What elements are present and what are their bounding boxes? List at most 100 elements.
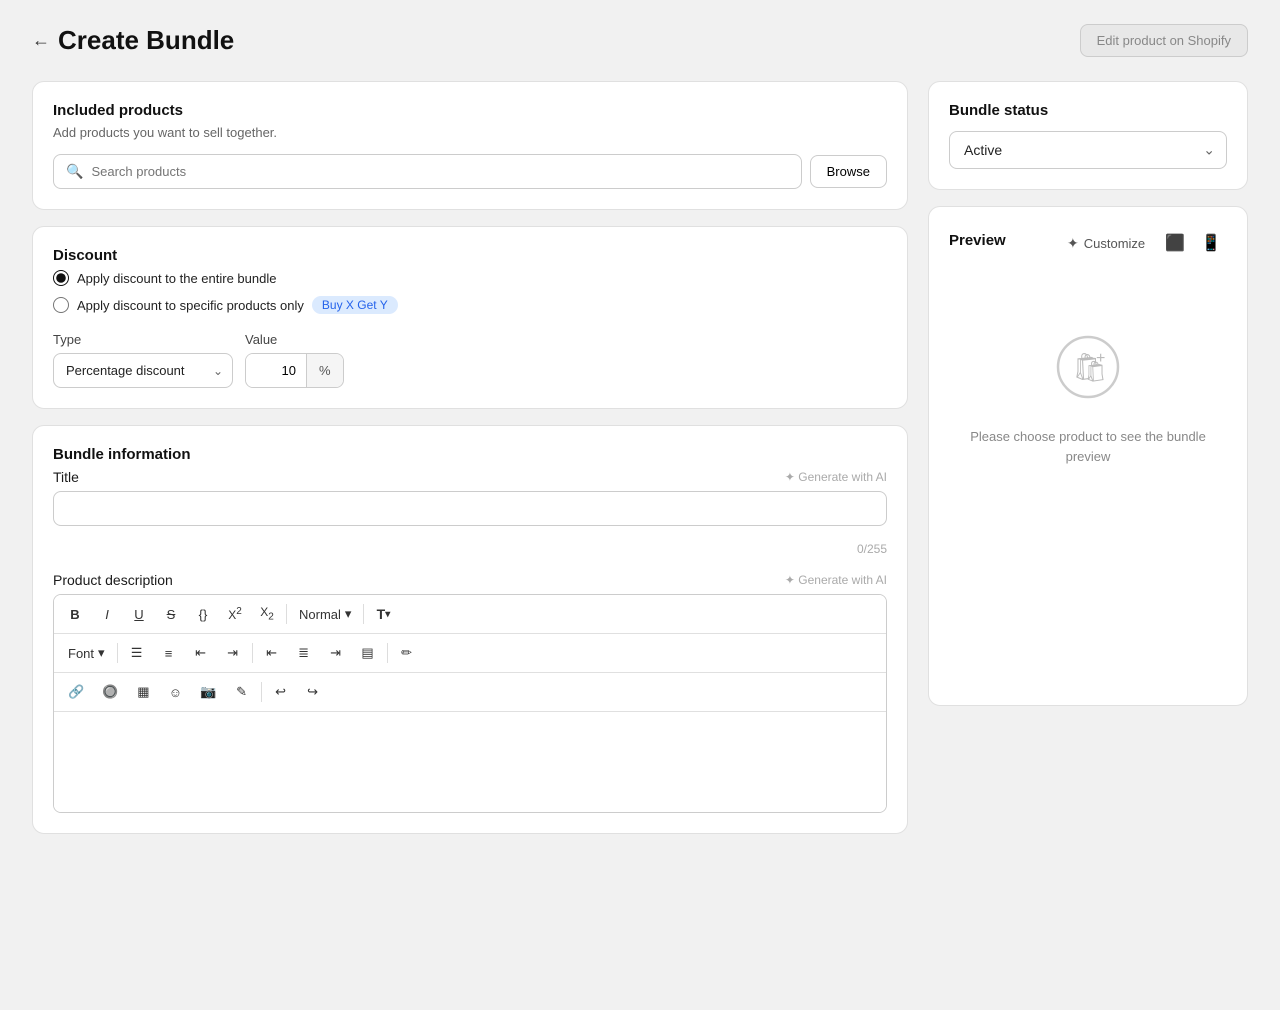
unlink-icon: 🔘 — [102, 684, 118, 700]
discount-title: Discount — [53, 247, 887, 264]
discount-radio-group: Apply discount to the entire bundle Appl… — [53, 270, 887, 314]
toolbar-divider-1 — [286, 604, 287, 624]
strikethrough-button[interactable]: S — [156, 599, 186, 629]
table-button[interactable]: ▦ — [128, 677, 158, 707]
heading-select-button[interactable]: Normal ▾ — [291, 602, 359, 626]
included-products-subtitle: Add products you want to sell together. — [53, 125, 887, 140]
browse-button[interactable]: Browse — [810, 155, 887, 188]
svg-text:+: + — [1096, 350, 1105, 367]
desktop-icon: ⬛ — [1165, 235, 1185, 252]
desktop-preview-button[interactable]: ⬛ — [1159, 227, 1191, 259]
clear-format-button[interactable]: ✎ — [227, 677, 257, 707]
italic-button[interactable]: I — [92, 599, 122, 629]
discount-specific-radio[interactable] — [53, 297, 69, 313]
redo-icon: ↪ — [307, 684, 318, 700]
align-left-button[interactable]: ⇤ — [257, 638, 287, 668]
editor-wrap: B I U S {} X2 X2 Normal ▾ — [53, 594, 887, 813]
type-select[interactable]: Percentage discount Fixed amount discoun… — [53, 353, 233, 388]
customize-icon: ✦ — [1067, 235, 1079, 252]
underline-button[interactable]: U — [124, 599, 154, 629]
value-input[interactable]: 10 — [246, 354, 306, 387]
text-color-chevron-icon: ▾ — [385, 609, 390, 620]
value-form-group: Value 10 % — [245, 332, 344, 388]
search-row: 🔍 Browse — [53, 154, 887, 189]
text-color-button[interactable]: T ▾ — [368, 599, 398, 629]
indent-button[interactable]: ⇥ — [218, 638, 248, 668]
unordered-list-button[interactable]: ☰ — [122, 638, 152, 668]
heading-chevron-icon: ▾ — [345, 606, 352, 622]
discount-entire-radio[interactable] — [53, 270, 69, 286]
preview-title: Preview — [949, 232, 1006, 249]
outdent-button[interactable]: ⇤ — [186, 638, 216, 668]
emoji-icon: ☺ — [169, 685, 182, 700]
code-button[interactable]: {} — [188, 599, 218, 629]
bundle-title-input[interactable] — [53, 491, 887, 526]
ordered-list-icon: ≡ — [165, 646, 173, 661]
preview-empty-state: 🛍 + Please choose product to see the bun… — [949, 275, 1227, 526]
left-column: Included products Add products you want … — [32, 81, 908, 834]
desc-generate-ai-button[interactable]: ✦ Generate with AI — [785, 573, 887, 587]
font-chevron-icon: ▾ — [98, 645, 105, 661]
link-icon: 🔗 — [68, 684, 84, 700]
emoji-button[interactable]: ☺ — [160, 677, 190, 707]
toolbar-row-1: B I U S {} X2 X2 Normal ▾ — [54, 595, 886, 634]
main-layout: Included products Add products you want … — [32, 81, 1248, 834]
image-button[interactable]: 📷 — [192, 677, 224, 707]
justify-button[interactable]: ▤ — [353, 638, 383, 668]
customize-button[interactable]: ✦ Customize — [1057, 229, 1155, 258]
type-label: Type — [53, 332, 233, 347]
indent-icon: ⇥ — [227, 645, 238, 661]
font-label: Font — [68, 646, 94, 661]
search-input-wrap: 🔍 — [53, 154, 802, 189]
clear-format-icon: ✎ — [236, 684, 247, 700]
link-button[interactable]: 🔗 — [60, 677, 92, 707]
mobile-preview-button[interactable]: 📱 — [1195, 227, 1227, 259]
discount-option-specific[interactable]: Apply discount to specific products only… — [53, 296, 887, 314]
buy-x-get-y-badge: Buy X Get Y — [312, 296, 398, 314]
page-title: Create Bundle — [58, 25, 234, 56]
toolbar-divider-2 — [363, 604, 364, 624]
discount-entire-label: Apply discount to the entire bundle — [77, 271, 276, 286]
status-select[interactable]: Active Draft — [949, 131, 1227, 169]
pencil-icon: ✏ — [401, 645, 412, 661]
discount-option-entire[interactable]: Apply discount to the entire bundle — [53, 270, 887, 286]
discount-specific-label: Apply discount to specific products only — [77, 298, 304, 313]
unlink-button[interactable]: 🔘 — [94, 677, 126, 707]
mobile-icon: 📱 — [1201, 235, 1221, 252]
right-column: Bundle status Active Draft ⌄ Preview ✦ — [928, 81, 1248, 706]
toolbar-row-2: Font ▾ ☰ ≡ ⇤ ⇥ ⇤ ≣ ⇥ ▤ ✏ — [54, 634, 886, 673]
align-center-icon: ≣ — [298, 645, 309, 661]
pencil-button[interactable]: ✏ — [392, 638, 422, 668]
superscript-button[interactable]: X2 — [220, 599, 250, 629]
font-select-button[interactable]: Font ▾ — [60, 641, 113, 665]
customize-label: Customize — [1084, 236, 1145, 251]
editor-content-area[interactable] — [54, 712, 886, 812]
edit-shopify-button[interactable]: Edit product on Shopify — [1080, 24, 1248, 57]
page-header: ← Create Bundle Edit product on Shopify — [32, 24, 1248, 57]
type-select-wrap: Percentage discount Fixed amount discoun… — [53, 353, 233, 388]
align-center-button[interactable]: ≣ — [289, 638, 319, 668]
search-input[interactable] — [91, 164, 788, 179]
redo-button[interactable]: ↪ — [298, 677, 328, 707]
type-form-group: Type Percentage discount Fixed amount di… — [53, 332, 233, 388]
desc-field-label: Product description — [53, 572, 173, 588]
bold-button[interactable]: B — [60, 599, 90, 629]
ordered-list-button[interactable]: ≡ — [154, 638, 184, 668]
subscript-button[interactable]: X2 — [252, 599, 282, 629]
preview-header: Preview ✦ Customize ⬛ 📱 — [949, 227, 1227, 259]
undo-button[interactable]: ↩ — [266, 677, 296, 707]
table-icon: ▦ — [137, 684, 149, 700]
included-products-title: Included products — [53, 102, 887, 119]
image-icon: 📷 — [200, 684, 216, 700]
superscript-label: X2 — [228, 606, 242, 622]
title-field-row: Title ✦ Generate with AI — [53, 469, 887, 485]
preview-card: Preview ✦ Customize ⬛ 📱 — [928, 206, 1248, 706]
align-right-button[interactable]: ⇥ — [321, 638, 351, 668]
back-button[interactable]: ← — [32, 30, 50, 51]
bundle-status-title: Bundle status — [949, 102, 1227, 119]
search-icon: 🔍 — [66, 163, 83, 180]
toolbar-divider-3 — [117, 643, 118, 663]
title-field-label: Title — [53, 469, 79, 485]
value-label: Value — [245, 332, 344, 347]
title-generate-ai-button[interactable]: ✦ Generate with AI — [785, 470, 887, 484]
